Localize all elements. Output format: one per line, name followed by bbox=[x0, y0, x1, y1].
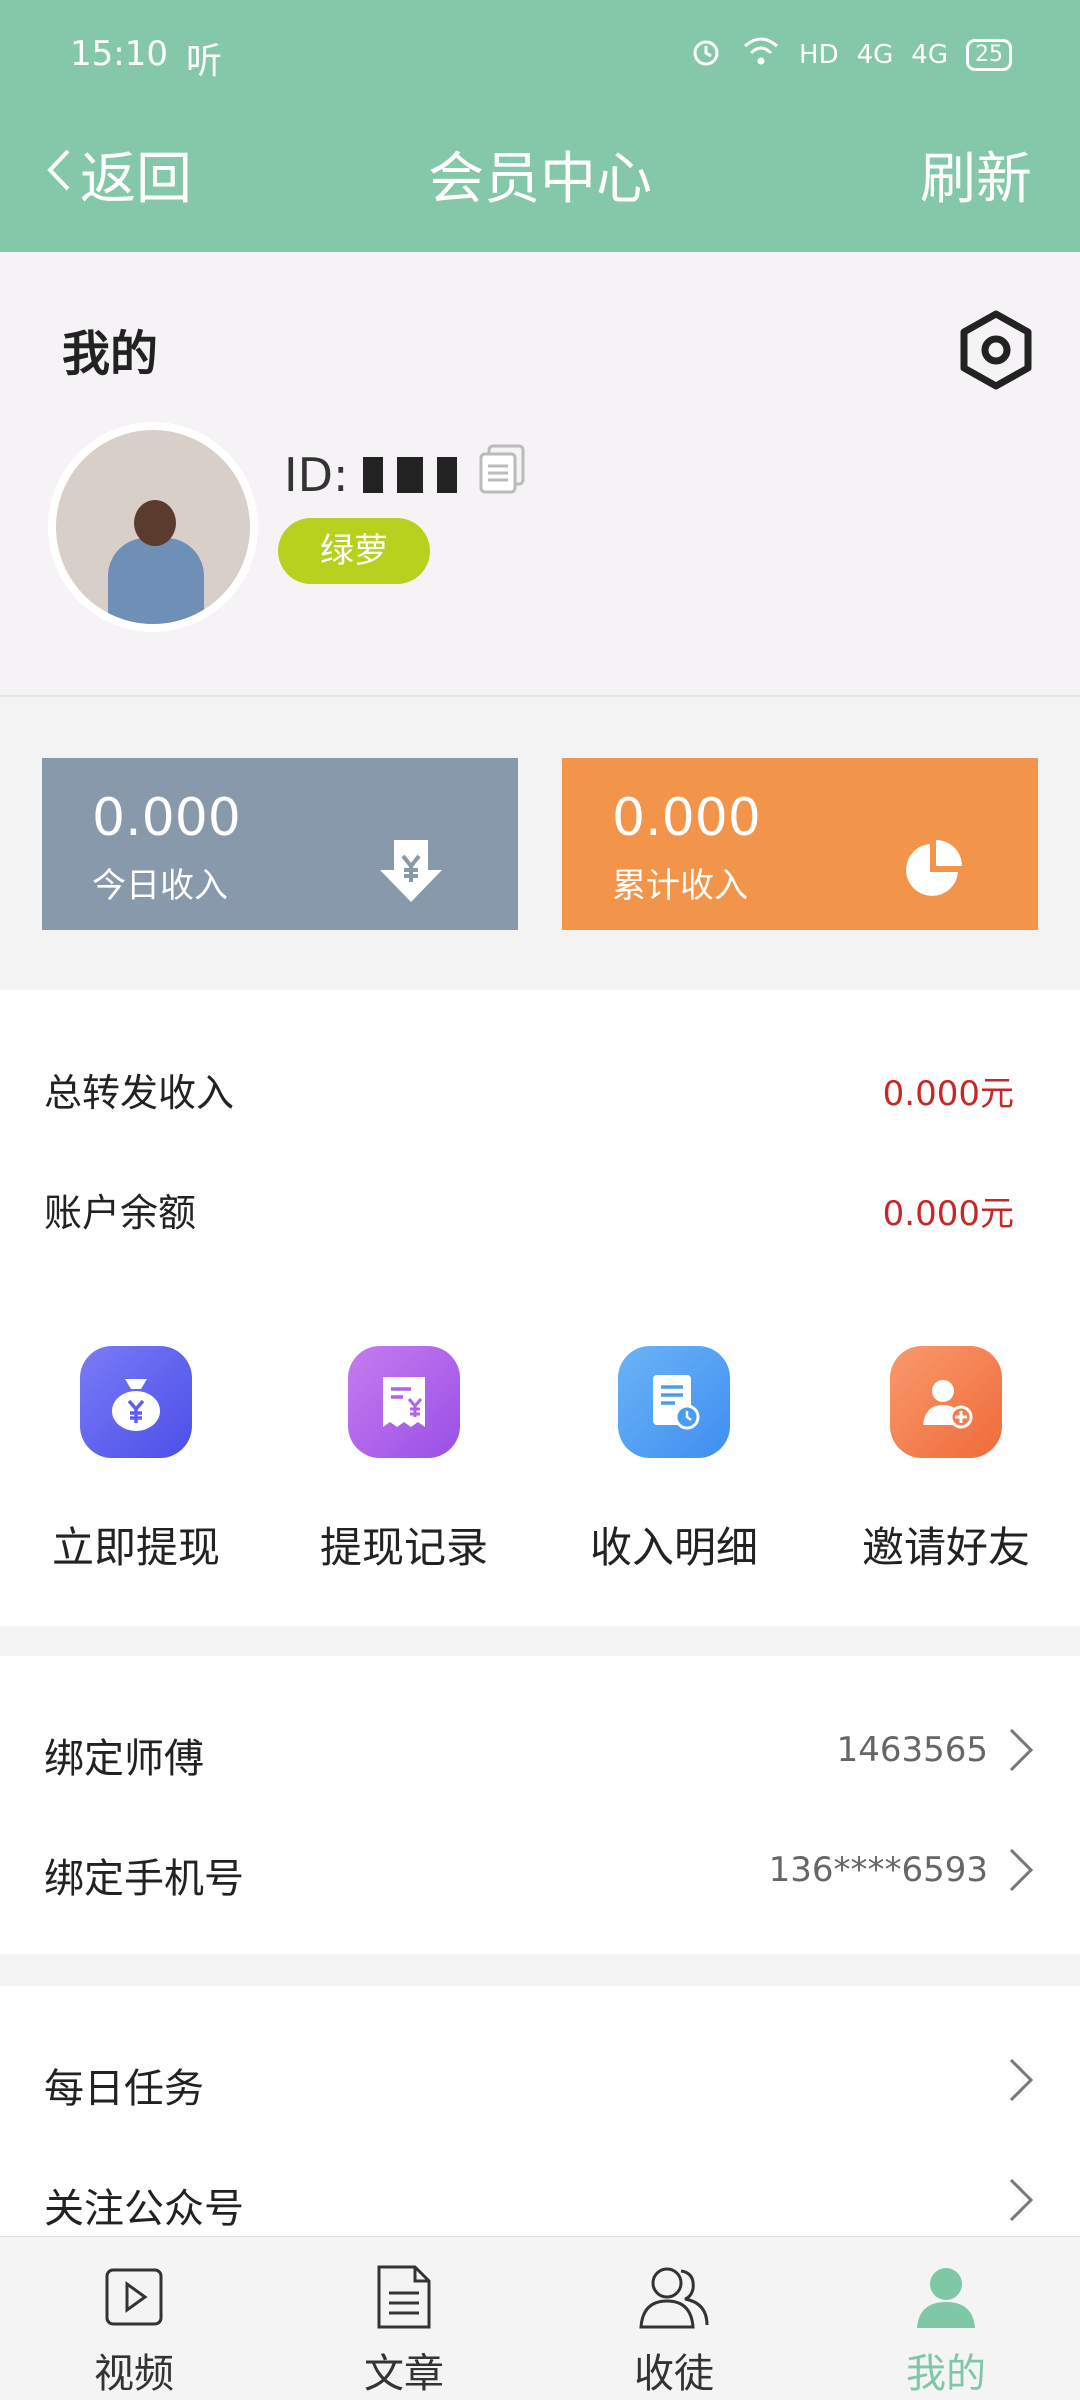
today-income-card[interactable]: 0.000 今日收入 bbox=[42, 758, 518, 930]
withdraw-history-button[interactable]: 提现记录 bbox=[294, 1346, 514, 1606]
pie-chart-icon bbox=[900, 836, 966, 906]
tab-recruit[interactable]: 收徒 bbox=[564, 2237, 784, 2400]
action-label: 提现记录 bbox=[319, 1523, 488, 1572]
refresh-button[interactable]: 刷新 bbox=[920, 134, 1032, 215]
network-type: HD bbox=[799, 39, 839, 70]
action-label: 立即提现 bbox=[51, 1523, 220, 1572]
header-bar: 15:10 听 HD 4G 4G 25 返回 会员中心 刷新 bbox=[0, 0, 1080, 252]
quick-actions: 立即提现 提现记录 收入明细 邀请好友 bbox=[0, 1346, 1080, 1606]
income-cards: 0.000 今日收入 0.000 累计收入 bbox=[42, 758, 1038, 930]
action-label: 邀请好友 bbox=[861, 1523, 1030, 1572]
video-play-icon bbox=[24, 2261, 244, 2333]
page-title: 会员中心 bbox=[428, 147, 652, 212]
copy-icon[interactable] bbox=[475, 442, 529, 507]
document-clock-icon bbox=[618, 1346, 730, 1458]
chevron-right-icon bbox=[1006, 1846, 1036, 1898]
profile-section: 我的 ID: 绿萝 bbox=[0, 252, 1080, 697]
tab-label: 我的 bbox=[906, 2351, 986, 2397]
total-income-card[interactable]: 0.000 累计收入 bbox=[562, 758, 1038, 930]
chevron-right-icon bbox=[1006, 2176, 1036, 2228]
users-icon bbox=[564, 2261, 784, 2333]
today-income-value: 0.000 bbox=[92, 788, 241, 848]
status-extra: 听 bbox=[186, 41, 223, 82]
bind-master-row[interactable]: 绑定师傅 1463565 bbox=[0, 1686, 1080, 1806]
avatar-image bbox=[56, 430, 250, 624]
status-bar: 15:10 听 HD 4G 4G 25 bbox=[0, 30, 1080, 82]
stat-label: 总转发收入 bbox=[44, 1071, 235, 1115]
stats-section: 总转发收入 0.000元 账户余额 0.000元 立即提现 提现记录 收入明细 bbox=[0, 990, 1080, 1626]
wifi-icon bbox=[741, 34, 781, 75]
stat-value: 0.000元 bbox=[882, 1194, 1014, 1234]
download-yen-icon bbox=[376, 836, 446, 910]
tab-video[interactable]: 视频 bbox=[24, 2237, 244, 2400]
stat-value: 0.000元 bbox=[882, 1074, 1014, 1114]
battery-level: 25 bbox=[966, 38, 1012, 71]
row-label: 绑定师傅 bbox=[44, 1736, 204, 1782]
chevron-right-icon bbox=[1006, 1726, 1036, 1778]
settings-button[interactable] bbox=[956, 308, 1036, 396]
tab-article[interactable]: 文章 bbox=[294, 2237, 514, 2400]
tab-mine[interactable]: 我的 bbox=[836, 2237, 1056, 2400]
invite-friends-button[interactable]: 邀请好友 bbox=[836, 1346, 1056, 1606]
alarm-icon bbox=[689, 34, 723, 75]
status-time: 15:10 bbox=[70, 34, 168, 74]
today-income-label: 今日收入 bbox=[92, 866, 228, 906]
row-value: 1463565 bbox=[836, 1730, 988, 1770]
section-title: 我的 bbox=[62, 326, 159, 382]
row-label: 绑定手机号 bbox=[44, 1856, 244, 1902]
income-detail-button[interactable]: 收入明细 bbox=[564, 1346, 784, 1606]
row-value: 136****6593 bbox=[768, 1850, 988, 1890]
tasks-section: 每日任务 关注公众号 bbox=[0, 1986, 1080, 2236]
user-id: ID: bbox=[284, 442, 529, 507]
signal-1: 4G bbox=[856, 39, 894, 70]
receipt-icon bbox=[348, 1346, 460, 1458]
chevron-right-icon bbox=[1006, 2056, 1036, 2108]
bind-section: 绑定师傅 1463565 绑定手机号 136****6593 bbox=[0, 1656, 1080, 1954]
settings-icon bbox=[956, 310, 1036, 396]
status-icons: HD 4G 4G 25 bbox=[689, 34, 1012, 75]
avatar[interactable] bbox=[48, 422, 258, 632]
bottom-tab-bar: 视频 文章 收徒 我的 bbox=[0, 2236, 1080, 2400]
nav-bar: 返回 会员中心 刷新 bbox=[0, 120, 1080, 220]
signal-2: 4G bbox=[911, 39, 948, 70]
stat-total-forward: 总转发收入 0.000元 bbox=[0, 1032, 1080, 1142]
add-user-icon bbox=[890, 1346, 1002, 1458]
row-label: 每日任务 bbox=[44, 2066, 204, 2112]
stat-balance: 账户余额 0.000元 bbox=[0, 1152, 1080, 1262]
tab-label: 收徒 bbox=[634, 2351, 714, 2397]
withdraw-now-button[interactable]: 立即提现 bbox=[26, 1346, 246, 1606]
bind-phone-row[interactable]: 绑定手机号 136****6593 bbox=[0, 1806, 1080, 1926]
article-icon bbox=[294, 2261, 514, 2333]
total-income-value: 0.000 bbox=[612, 788, 761, 848]
row-label: 关注公众号 bbox=[44, 2186, 244, 2232]
level-badge: 绿萝 bbox=[278, 518, 430, 584]
stat-label: 账户余额 bbox=[44, 1191, 197, 1235]
tab-label: 视频 bbox=[94, 2351, 174, 2397]
user-id-prefix: ID: bbox=[284, 447, 349, 502]
total-income-label: 累计收入 bbox=[612, 866, 748, 906]
tab-label: 文章 bbox=[364, 2351, 444, 2397]
daily-task-row[interactable]: 每日任务 bbox=[0, 2016, 1080, 2136]
person-icon bbox=[836, 2261, 1056, 2333]
action-label: 收入明细 bbox=[589, 1523, 758, 1572]
money-bag-icon bbox=[80, 1346, 192, 1458]
